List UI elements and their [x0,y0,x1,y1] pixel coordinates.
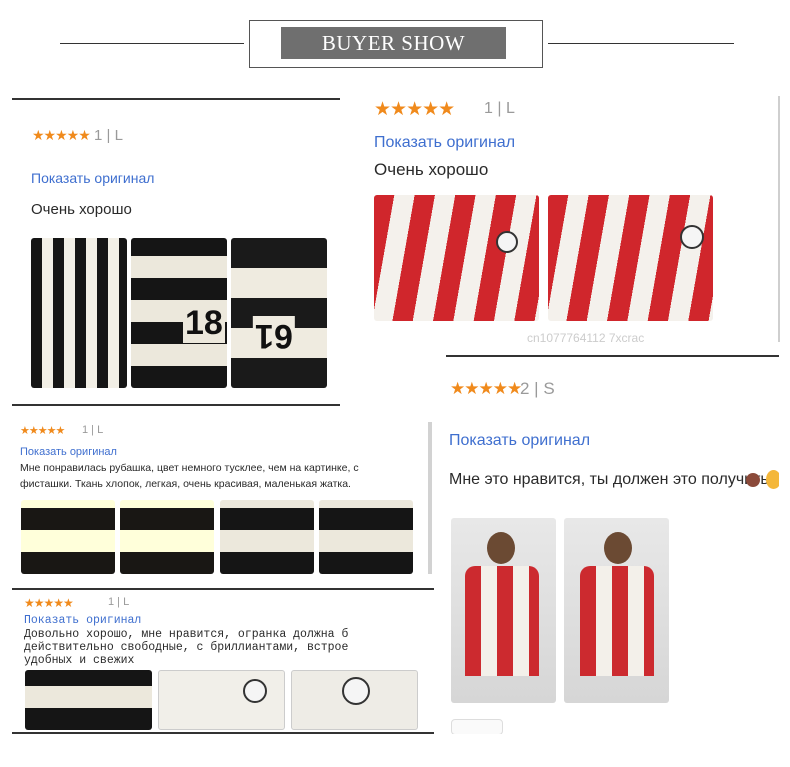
page-title: BUYER SHOW [281,27,506,59]
jersey-emblem [680,225,704,249]
show-original-link[interactable]: Показать оригинал [20,446,117,458]
review-stars: ★★★★★ [374,99,455,120]
review-stars: ★★★★★ [20,425,65,437]
review-meta: 1 | L [94,127,123,144]
review-text: Мне это нравится, ты должен это получить [449,471,769,488]
review-photo[interactable] [25,670,152,730]
review-meta: 2 | S [520,379,555,398]
review-photo[interactable] [548,195,713,321]
review-meta: 1 | L [108,596,130,608]
review-card-1: ★★★★★ 1 | L Показать оригинал Очень хоро… [12,98,340,406]
review-stars: ★★★★★ [24,596,74,610]
show-original-link[interactable]: Показать оригинал [374,134,515,152]
review-photo[interactable]: 18 [131,238,227,388]
review-text: Очень хорошо [374,160,489,179]
jersey-emblem [496,231,518,253]
show-original-link[interactable]: Показать оригинал [24,614,141,627]
header-divider-right [548,43,734,44]
review-text-line: удобных и свежих [24,654,135,667]
review-text-line: фисташки. Ткань хлопок, легкая, очень кр… [20,478,351,490]
review-photo[interactable]: 61 [231,238,327,388]
review-text-line: Довольно хорошо, мне нравится, огранка д… [24,628,349,641]
review-card-3: ★★★★★ 2 | S Показать оригинал Мне это нр… [446,355,779,734]
review-text-line: действительно свободные, с бриллиантами,… [24,641,349,654]
jersey-number: 61 [253,316,295,355]
scrollbar[interactable] [428,422,432,574]
scream-emoji-icon [766,470,779,489]
review-photo[interactable] [374,195,539,321]
person-head [487,532,515,564]
person-head [604,532,632,564]
review-text: Очень хорошо [31,201,132,218]
review-photo[interactable] [158,670,285,730]
review-meta: 1 | L [484,100,515,117]
review-card-4: ★★★★★ 1 | L Показать оригинал Мне понрав… [12,418,433,578]
scroll-edge [778,96,780,342]
review-meta: 1 | L [82,424,104,436]
header-divider-left [60,43,244,44]
review-card-2: ★★★★★ 1 | L Показать оригинал Очень хоро… [352,96,778,344]
review-card-5: ★★★★★ 1 | L Показать оригинал Довольно х… [12,588,434,734]
person-shirt [465,566,539,676]
more-photos-button[interactable] [451,719,503,734]
show-original-link[interactable]: Показать оригинал [449,432,590,450]
jersey-emblem [243,679,267,703]
review-stars: ★★★★★ [32,127,91,143]
person-shirt [580,566,654,676]
review-photo[interactable] [120,500,214,574]
review-photo[interactable] [31,238,127,388]
jersey-emblem [342,677,370,705]
review-photo[interactable] [319,500,413,574]
review-photo[interactable] [21,500,115,574]
jersey-number: 18 [183,304,225,343]
review-stars: ★★★★★ [450,379,522,398]
review-photo[interactable] [220,500,314,574]
emoji-icon [746,473,760,487]
watermark: cn1077764112 7xcrac [527,331,645,344]
review-photo[interactable] [564,518,669,703]
review-text-line: Мне понравилась рубашка, цвет немного ту… [20,462,359,474]
review-photo[interactable] [291,670,418,730]
show-original-link[interactable]: Показать оригинал [31,170,154,186]
review-photo[interactable] [451,518,556,703]
